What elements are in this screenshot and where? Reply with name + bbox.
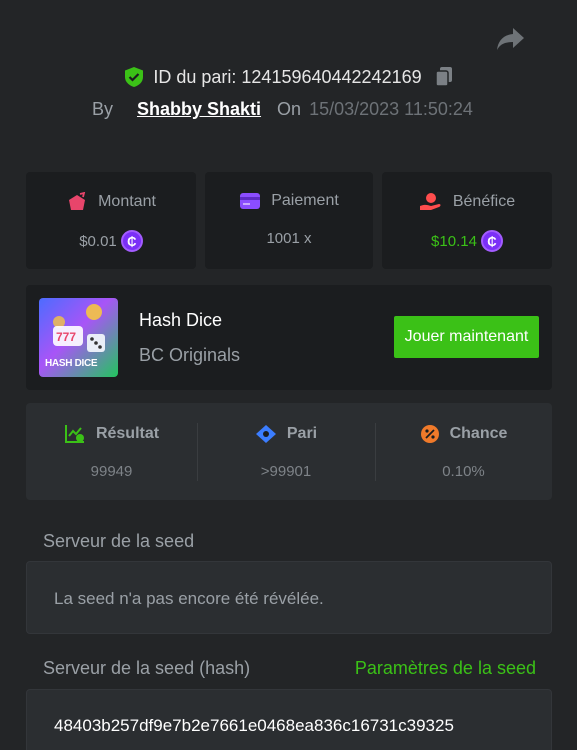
bet-date: 15/03/2023 11:50:24 bbox=[309, 99, 473, 119]
payout-label: Paiement bbox=[271, 192, 339, 209]
chance-column: Chance 0.10% bbox=[375, 403, 552, 500]
game-card: 777 HASH DICE Hash Dice BC Originals Jou… bbox=[26, 285, 552, 390]
coin-icon: ₵ bbox=[120, 230, 143, 252]
result-column: Résultat 99949 bbox=[26, 403, 197, 500]
server-seed-hash-label: Serveur de la seed (hash) bbox=[43, 658, 251, 678]
result-panel: Résultat 99949 Pari >99901 Chance 0.10% bbox=[26, 403, 552, 500]
coin-icon: ₵ bbox=[480, 230, 503, 252]
profit-label: Bénéfice bbox=[452, 193, 516, 210]
share-icon[interactable] bbox=[496, 26, 526, 52]
amount-card: Montant $0.01 ₵ bbox=[26, 172, 196, 269]
server-seed-box: La seed n'a pas encore été révélée. bbox=[26, 561, 552, 634]
verified-shield-icon bbox=[123, 66, 145, 88]
bet-id-row: ID du pari: 124159640442242169 bbox=[0, 66, 577, 88]
payout-value: 1001 x bbox=[266, 230, 312, 247]
on-label: On bbox=[277, 99, 302, 119]
seed-settings-link[interactable]: Paramètres de la seed bbox=[355, 658, 536, 679]
payout-card: Paiement 1001 x bbox=[205, 172, 373, 269]
amount-value: $0.01 bbox=[79, 232, 117, 250]
percent-icon bbox=[420, 425, 439, 443]
server-seed-hash-box: 48403b257df9e7b2e7661e0468ea836c16731c39… bbox=[26, 689, 552, 750]
profit-card: Bénéfice $10.14 ₵ bbox=[382, 172, 552, 269]
game-thumbnail-text: HASH DICE bbox=[45, 358, 98, 369]
profit-value: $10.14 bbox=[431, 232, 477, 250]
money-bag-icon bbox=[69, 192, 86, 210]
chance-label: Chance bbox=[449, 425, 508, 442]
server-seed-label: Serveur de la seed bbox=[43, 531, 195, 551]
chance-value: 0.10% bbox=[442, 463, 485, 480]
bet-label: Pari bbox=[286, 425, 318, 442]
copy-icon[interactable] bbox=[434, 66, 454, 88]
hand-coin-icon bbox=[419, 193, 441, 210]
chart-check-icon bbox=[64, 425, 84, 443]
game-thumbnail[interactable]: 777 HASH DICE bbox=[39, 298, 118, 377]
bet-id: ID du pari: 124159640442242169 bbox=[153, 66, 422, 87]
username-link[interactable]: Shabby Shakti bbox=[137, 99, 261, 120]
server-seed-value: La seed n'a pas encore été révélée. bbox=[54, 589, 324, 608]
by-label: By bbox=[92, 99, 114, 119]
card-icon bbox=[240, 193, 261, 209]
svg-text:777: 777 bbox=[56, 330, 76, 344]
play-now-button[interactable]: Jouer maintenant bbox=[394, 316, 539, 358]
game-provider: BC Originals bbox=[139, 345, 241, 365]
result-value: 99949 bbox=[90, 463, 133, 480]
amount-label: Montant bbox=[98, 193, 156, 210]
game-title[interactable]: Hash Dice bbox=[139, 310, 222, 331]
bet-author-row: By Shabby Shakti On 15/03/2023 11:50:24 bbox=[92, 99, 473, 120]
ticket-icon bbox=[255, 425, 276, 443]
bet-column: Pari >99901 bbox=[197, 403, 375, 500]
server-seed-hash-value: 48403b257df9e7b2e7661e0468ea836c16731c39… bbox=[54, 716, 454, 735]
bet-value: >99901 bbox=[260, 463, 312, 480]
result-label: Résultat bbox=[95, 425, 160, 442]
